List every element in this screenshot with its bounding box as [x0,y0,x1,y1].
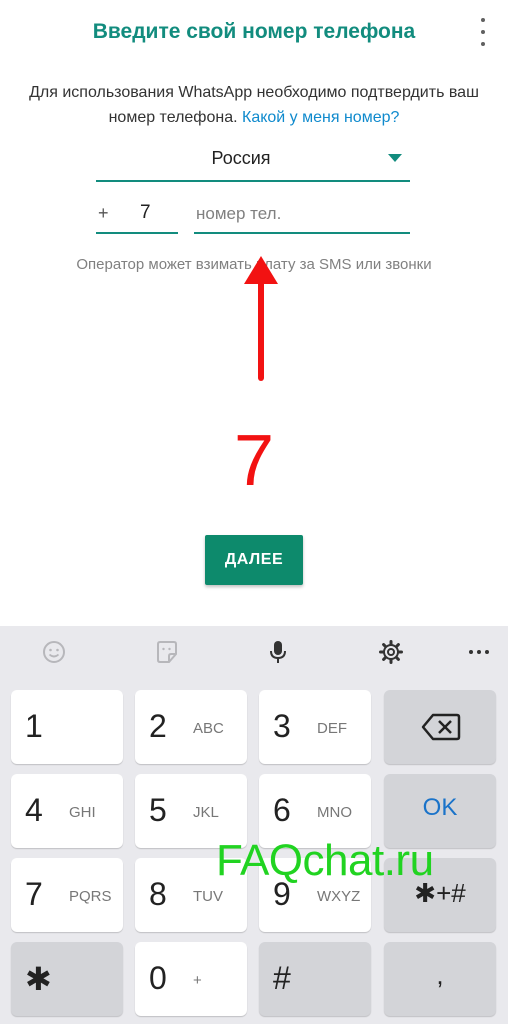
next-button[interactable]: ДАЛЕЕ [205,535,303,585]
watermark-text: FAQchat.ru [216,836,434,885]
backspace-key[interactable] [384,690,496,764]
gear-icon[interactable] [377,638,405,666]
key-number: 3 [273,708,291,744]
microphone-icon[interactable] [264,638,292,666]
country-selector[interactable]: Россия [96,138,410,182]
key-asterisk[interactable]: ✱ [11,942,123,1016]
key-letters: ABC [193,720,224,737]
key-letters: TUV [193,888,223,905]
key-number: 6 [273,792,291,828]
key-number: 5 [149,792,167,828]
key-letters: WXYZ [317,888,361,905]
key-letters: JKL [193,804,219,821]
key-3[interactable]: 3 DEF [259,690,371,764]
key-4[interactable]: 4 GHI [11,774,123,848]
key-number: 2 [149,708,167,744]
annotation-number: 7 [233,421,275,501]
comma-label: , [436,960,444,990]
country-code-field[interactable]: + 7 [96,196,178,234]
key-letters: MNO [317,804,352,821]
key-number: ✱ [25,961,52,997]
key-number: 7 [25,876,43,912]
backspace-icon [421,713,461,741]
description-text: Для использования WhatsApp необходимо по… [14,80,494,130]
key-letters: + [193,972,202,989]
phone-number-input[interactable] [194,200,408,228]
numeric-keyboard: 1 2 ABC 3 DEF 4 GHI 5 JKL 6 MNO OK 7 PQR… [0,626,508,1024]
country-code-value: 7 [140,202,151,223]
key-letters: GHI [69,804,96,821]
dropdown-arrow-icon [388,154,402,162]
country-name: Россия [211,148,271,168]
plus-sign: + [98,203,109,223]
key-letters: PQRS [69,888,112,905]
sticker-icon[interactable] [153,638,181,666]
ok-label: OK [422,794,458,821]
key-number: 8 [149,876,167,912]
what-is-my-number-link[interactable]: Какой у меня номер? [242,109,399,126]
key-number: # [273,960,291,996]
smiley-icon[interactable] [40,638,68,666]
key-letters: DEF [317,720,347,737]
comma-key[interactable]: , [384,942,496,1016]
phone-number-field[interactable] [194,196,410,234]
key-1[interactable]: 1 [11,690,123,764]
key-number: 0 [149,960,167,996]
key-2[interactable]: 2 ABC [135,690,247,764]
more-options-icon[interactable] [478,18,488,46]
key-number: 1 [25,708,43,744]
page-title: Введите свой номер телефона [92,20,416,43]
key-7[interactable]: 7 PQRS [11,858,123,932]
key-0[interactable]: 0 + [135,942,247,1016]
key-number: 4 [25,792,43,828]
keyboard-toolbar [0,626,508,678]
more-icon[interactable] [465,638,493,666]
red-arrow-annotation [244,256,278,381]
app-header: Введите свой номер телефона [0,0,508,68]
key-hash[interactable]: # [259,942,371,1016]
